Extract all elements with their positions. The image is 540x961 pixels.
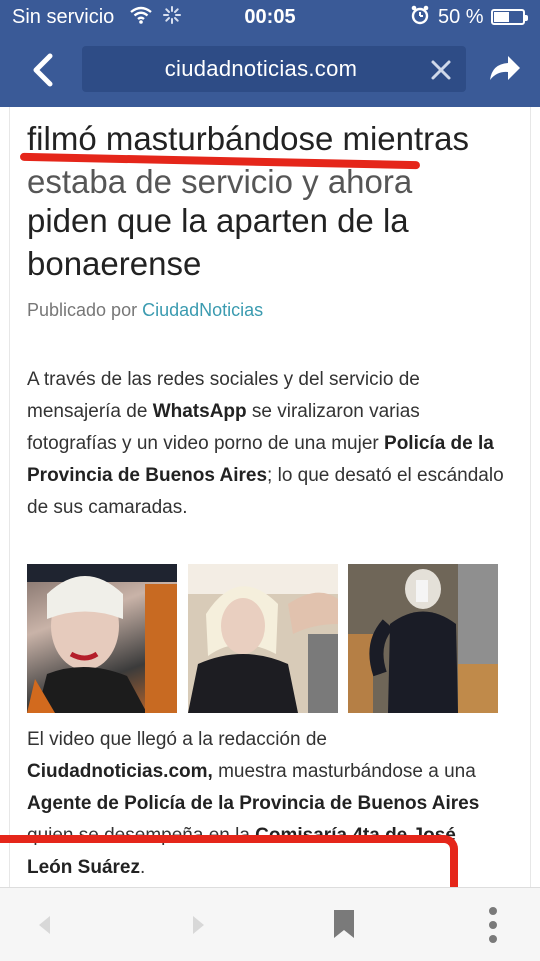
back-arrow-icon[interactable] <box>24 44 68 96</box>
browser-header: Sin servicio 00:05 50 % ciudadnoticias.c… <box>0 0 540 107</box>
share-icon[interactable] <box>486 50 522 86</box>
headline-line-3: piden que la aparten de la <box>27 202 409 239</box>
content-border-right <box>530 107 531 887</box>
headline-line: piden que la aparten de la bonaerense <box>27 199 507 285</box>
browser-toolbar <box>0 887 540 961</box>
byline: Publicado por CiudadNoticias <box>27 300 263 321</box>
bold-text: WhatsApp <box>152 401 247 422</box>
article-paragraph: A través de las redes sociales y del ser… <box>27 364 505 524</box>
headline-line-4: bonaerense <box>27 245 202 282</box>
article-photo[interactable] <box>188 564 338 713</box>
bold-text: Agente de Policía de la Provincia de Bue… <box>27 793 480 814</box>
url-text: ciudadnoticias.com <box>164 56 358 81</box>
paragraph-text: El video que llegó a la redacción de <box>27 729 327 750</box>
bold-text: Ciudadnoticias.com, <box>27 761 213 782</box>
battery-percent: 50 % <box>438 6 484 28</box>
more-icon[interactable] <box>486 906 500 944</box>
url-bar-row: ciudadnoticias.com <box>0 40 540 102</box>
nav-forward-icon[interactable] <box>183 910 213 940</box>
address-bar[interactable]: ciudadnoticias.com <box>82 46 466 92</box>
article-photo[interactable] <box>348 564 498 713</box>
headline-line: estaba de servicio y ahora <box>27 163 413 200</box>
annotation-bracket <box>0 835 458 887</box>
content-border-left <box>9 107 10 887</box>
nav-back-icon[interactable] <box>30 910 60 940</box>
battery-icon <box>491 9 528 25</box>
paragraph-text: muestra masturbándose a una <box>212 761 476 782</box>
alarm-icon <box>410 4 430 32</box>
clear-icon[interactable] <box>430 46 452 92</box>
article-view[interactable]: filmó masturbándose mientras estaba de s… <box>0 107 540 887</box>
author-link[interactable]: CiudadNoticias <box>142 300 263 320</box>
article-photo[interactable] <box>27 564 177 713</box>
status-bar: Sin servicio 00:05 50 % <box>0 0 540 36</box>
bookmark-icon[interactable] <box>332 908 356 940</box>
byline-prefix: Publicado por <box>27 300 138 320</box>
